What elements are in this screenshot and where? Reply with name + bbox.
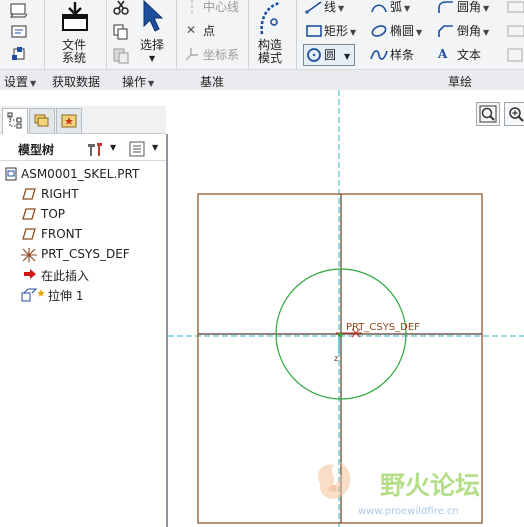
thicken-icon[interactable] <box>506 24 524 38</box>
tree-item-label: ASM0001_SKEL.PRT <box>21 167 140 181</box>
graphics-window[interactable]: z PRT_CSYS_DEF 野火论坛 www.proewildfire.cn <box>168 90 524 527</box>
tab-model-tree[interactable] <box>2 108 28 134</box>
arc-icon[interactable] <box>370 0 388 14</box>
watermark-text: 野火论坛 <box>380 471 480 500</box>
tree-item-part[interactable]: ASM0001_SKEL.PRT <box>0 164 166 184</box>
spline-icon[interactable] <box>370 47 388 63</box>
datum-plane-icon <box>22 228 36 240</box>
sketch-view-icon[interactable] <box>10 24 30 40</box>
tree-item-label: PRT_CSYS_DEF <box>41 247 130 261</box>
show-menu-icon[interactable] <box>128 140 146 158</box>
refit-button[interactable] <box>476 102 500 126</box>
coord-sys-icon[interactable] <box>184 46 200 62</box>
rectangle-label[interactable]: 矩形 ▼ <box>324 24 356 40</box>
model-tree-tab-icon <box>7 112 22 129</box>
sketch-canvas[interactable]: z PRT_CSYS_DEF 野火论坛 www.proewildfire.cn <box>168 90 524 527</box>
construction-mode-label-1[interactable]: 构造 <box>258 38 282 52</box>
circle-dropdown-caret[interactable]: ▼ <box>344 50 350 64</box>
construction-mode-icon[interactable] <box>256 0 286 36</box>
chamfer-icon[interactable] <box>437 24 455 38</box>
file-system-icon[interactable] <box>58 0 92 34</box>
select-arrow-icon[interactable] <box>140 0 166 34</box>
circle-label: 圆 <box>324 48 337 62</box>
chamfer-label[interactable]: 倒角 ▼ <box>457 24 489 40</box>
show-menu-dropdown[interactable]: ▼ <box>152 143 158 152</box>
group-sketch: 草绘 <box>448 75 473 89</box>
tree-settings-dropdown[interactable]: ▼ <box>110 143 116 152</box>
circle-icon <box>307 48 321 62</box>
line-label[interactable]: 线 ▼ <box>324 0 344 16</box>
ellipse-label[interactable]: 椭圆 ▼ <box>390 24 422 40</box>
point-icon[interactable]: ✕ <box>186 23 196 37</box>
tree-item-csys[interactable]: PRT_CSYS_DEF <box>0 244 166 264</box>
tree-item-label: TOP <box>41 207 66 221</box>
tree-item-label: RIGHT <box>41 187 79 201</box>
cut-icon[interactable] <box>112 0 130 16</box>
tree-item-label: 拉伸 1 <box>48 289 84 303</box>
select-dropdown-caret[interactable]: ▼ <box>149 52 155 66</box>
zoom-in-icon <box>509 107 524 122</box>
csys-icon <box>21 248 37 262</box>
coord-sys-label[interactable]: 坐标系 <box>203 48 239 62</box>
offset-icon[interactable] <box>506 0 524 14</box>
watermark-url: www.proewildfire.cn <box>358 506 459 517</box>
favorites-tab-icon <box>61 114 77 128</box>
ribbon: 文件 系统 选择 ▼ 中心线 ✕ 点 坐标系 构造 模式 线 ▼ 矩形 ▼ 圆 … <box>0 0 524 90</box>
fillet-icon[interactable] <box>437 0 455 14</box>
group-get-data: 获取数据 <box>52 75 101 89</box>
model-tree: ASM0001_SKEL.PRT RIGHT TOP FRONT PRT_CSY… <box>0 162 166 527</box>
tree-item-front[interactable]: FRONT <box>0 224 166 244</box>
spline-label[interactable]: 样条 <box>390 48 414 62</box>
datum-plane-icon <box>22 208 36 220</box>
zoom-in-button[interactable] <box>504 102 524 126</box>
tab-favorites[interactable] <box>56 108 82 133</box>
datum-plane-icon <box>22 188 36 200</box>
line-icon[interactable] <box>305 0 323 14</box>
text-icon[interactable]: A <box>438 47 447 61</box>
tree-settings-icon[interactable] <box>86 140 104 158</box>
file-system-label-2[interactable]: 系统 <box>62 51 86 65</box>
select-label[interactable]: 选择 <box>140 38 164 52</box>
arc-label[interactable]: 弧 ▼ <box>390 0 410 16</box>
model-tree-title: 模型树 <box>18 143 55 157</box>
file-system-label-1[interactable]: 文件 <box>62 38 86 52</box>
tree-item-right[interactable]: RIGHT <box>0 184 166 204</box>
insert-arrow-icon <box>24 269 36 279</box>
group-settings[interactable]: 设置 ▼ <box>4 73 36 90</box>
model-tree-header: 模型树 ▼ ▼ <box>0 137 166 161</box>
tab-folder-browser[interactable] <box>29 108 55 133</box>
group-datum: 基准 <box>200 75 225 89</box>
centerline-label[interactable]: 中心线 <box>203 0 239 14</box>
tree-item-top[interactable]: TOP <box>0 204 166 224</box>
construction-mode-label-2[interactable]: 模式 <box>258 51 282 65</box>
tree-item-label: FRONT <box>41 227 82 241</box>
csys-axis-z: z <box>334 354 338 363</box>
tree-item-extrude[interactable]: 拉伸 1 <box>0 284 166 304</box>
folder-tab-icon <box>34 114 49 127</box>
palette-icon[interactable] <box>506 47 524 63</box>
paste-icon[interactable] <box>112 46 130 64</box>
ribbon-group-labels: 设置 ▼ 获取数据 操作 ▼ 基准 草绘 <box>0 69 524 90</box>
group-operations[interactable]: 操作 ▼ <box>122 73 154 90</box>
tree-item-insert-here[interactable]: 在此插入 <box>0 264 166 284</box>
text-label[interactable]: 文本 <box>457 48 481 62</box>
references-icon[interactable] <box>10 46 30 62</box>
settings-icon[interactable] <box>8 2 30 18</box>
csys-label: PRT_CSYS_DEF <box>346 322 420 333</box>
graphics-toolbar <box>474 100 524 128</box>
fillet-label[interactable]: 圆角 ▼ <box>457 0 489 16</box>
watermark-logo <box>317 462 351 499</box>
ellipse-icon[interactable] <box>370 24 388 38</box>
copy-icon[interactable] <box>112 23 130 41</box>
rectangle-icon[interactable] <box>305 24 323 38</box>
centerline-icon[interactable] <box>184 0 200 14</box>
part-icon <box>5 167 17 181</box>
tree-item-label: 在此插入 <box>41 269 90 283</box>
point-label[interactable]: 点 <box>203 24 215 38</box>
refit-icon <box>479 105 497 123</box>
extrude-icon <box>21 288 45 302</box>
navigator-tabs <box>0 106 166 134</box>
